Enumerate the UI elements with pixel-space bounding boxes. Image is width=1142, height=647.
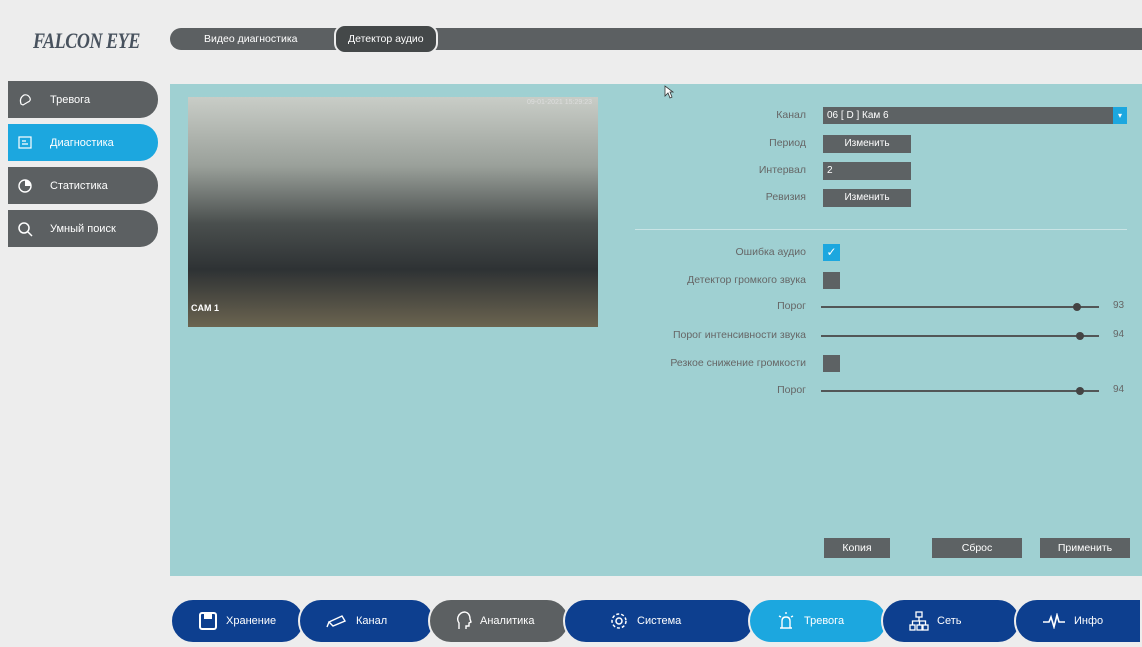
check-icon: ✓ xyxy=(826,245,837,259)
mouse-cursor-icon xyxy=(664,85,674,99)
apply-button[interactable]: Применить xyxy=(1040,538,1130,558)
revision-edit-button[interactable]: Изменить xyxy=(823,189,911,207)
audio-error-label: Ошибка аудио xyxy=(735,246,806,258)
nav-system[interactable]: Система xyxy=(563,598,755,644)
sidebar-item-alarm[interactable]: Тревога xyxy=(8,81,158,118)
copy-button[interactable]: Копия xyxy=(824,538,890,558)
threshold2-label: Порог xyxy=(777,384,806,396)
loud-detector-checkbox[interactable] xyxy=(823,272,840,289)
threshold2-slider[interactable] xyxy=(821,387,1099,395)
intensity-value: 94 xyxy=(1113,329,1125,340)
network-icon xyxy=(909,611,929,631)
threshold1-label: Порог xyxy=(777,300,806,312)
sidebar-item-label: Диагностика xyxy=(50,136,114,149)
threshold1-slider[interactable] xyxy=(821,303,1099,311)
tab-audio-detector[interactable]: Детектор аудио xyxy=(334,24,438,54)
channel-value: 06 [ D ] Кам 6 xyxy=(827,110,889,121)
pie-chart-icon xyxy=(8,178,42,194)
nav-alarm[interactable]: Тревога xyxy=(748,598,888,644)
top-tab-bar: Видео диагностика Детектор аудио xyxy=(170,24,1142,54)
nav-label: Инфо xyxy=(1074,615,1104,627)
alarm-light-icon xyxy=(776,611,796,631)
tab-video-diagnostics[interactable]: Видео диагностика xyxy=(192,28,309,50)
nav-label: Система xyxy=(637,615,682,627)
drop-checkbox[interactable] xyxy=(823,355,840,372)
nav-label: Хранение xyxy=(226,615,277,627)
interval-input[interactable]: 2 xyxy=(823,162,911,180)
alarm-icon xyxy=(8,92,42,108)
nav-info[interactable]: Инфо xyxy=(1014,598,1142,644)
slider-knob[interactable] xyxy=(1076,332,1084,340)
settings-panel: 09-01-2021 15:29:23 CAM 1 Канал 06 [ D ]… xyxy=(170,84,1142,576)
bottom-nav: Хранение Канал Аналитика Система Тревога… xyxy=(170,598,1142,644)
slider-knob[interactable] xyxy=(1076,387,1084,395)
sidebar-item-label: Умный поиск xyxy=(50,222,116,235)
period-edit-button[interactable]: Изменить xyxy=(823,135,911,153)
sidebar-item-label: Тревога xyxy=(50,93,91,106)
nav-channel[interactable]: Канал xyxy=(298,598,435,644)
brand-logo: FALCON EYE xyxy=(33,28,141,53)
channel-select[interactable]: 06 [ D ] Кам 6 ▾ xyxy=(823,107,1127,124)
reset-button[interactable]: Сброс xyxy=(932,538,1022,558)
nav-label: Тревога xyxy=(804,615,845,627)
threshold2-value: 94 xyxy=(1113,384,1125,395)
camera-icon xyxy=(326,613,348,629)
pulse-icon xyxy=(1042,613,1066,629)
sidebar-item-statistics[interactable]: Статистика xyxy=(8,167,158,204)
nav-network[interactable]: Сеть xyxy=(881,598,1021,644)
save-icon xyxy=(198,611,218,631)
preview-timestamp: 09-01-2021 15:29:23 xyxy=(527,99,592,106)
sidebar-item-label: Статистика xyxy=(50,179,108,192)
search-icon xyxy=(8,221,42,237)
slider-knob[interactable] xyxy=(1073,303,1081,311)
threshold1-value: 93 xyxy=(1113,300,1125,311)
divider xyxy=(635,229,1127,230)
nav-analytics[interactable]: Аналитика xyxy=(428,598,570,644)
nav-label: Канал xyxy=(356,615,388,627)
preview-cam-label: CAM 1 xyxy=(191,303,220,313)
sidebar-item-smart-search[interactable]: Умный поиск xyxy=(8,210,158,247)
nav-storage[interactable]: Хранение xyxy=(170,598,305,644)
intensity-slider[interactable] xyxy=(821,332,1099,340)
nav-label: Сеть xyxy=(937,615,962,627)
sidebar-item-diagnostics[interactable]: Диагностика xyxy=(8,124,158,161)
nav-label: Аналитика xyxy=(480,615,535,627)
intensity-label: Порог интенсивности звука xyxy=(672,329,806,341)
diagnostics-icon xyxy=(8,135,42,151)
gear-icon xyxy=(609,611,629,631)
period-label: Период xyxy=(769,137,806,149)
drop-label: Резкое снижение громкости xyxy=(670,357,806,369)
chevron-down-icon[interactable]: ▾ xyxy=(1113,107,1127,124)
loud-detector-label: Детектор громкого звука xyxy=(687,274,806,286)
camera-preview: 09-01-2021 15:29:23 CAM 1 xyxy=(188,97,598,327)
audio-error-checkbox[interactable]: ✓ xyxy=(823,244,840,261)
channel-label: Канал xyxy=(776,109,806,121)
interval-label: Интервал xyxy=(758,164,806,176)
head-icon xyxy=(456,611,472,631)
revision-label: Ревизия xyxy=(765,191,806,203)
